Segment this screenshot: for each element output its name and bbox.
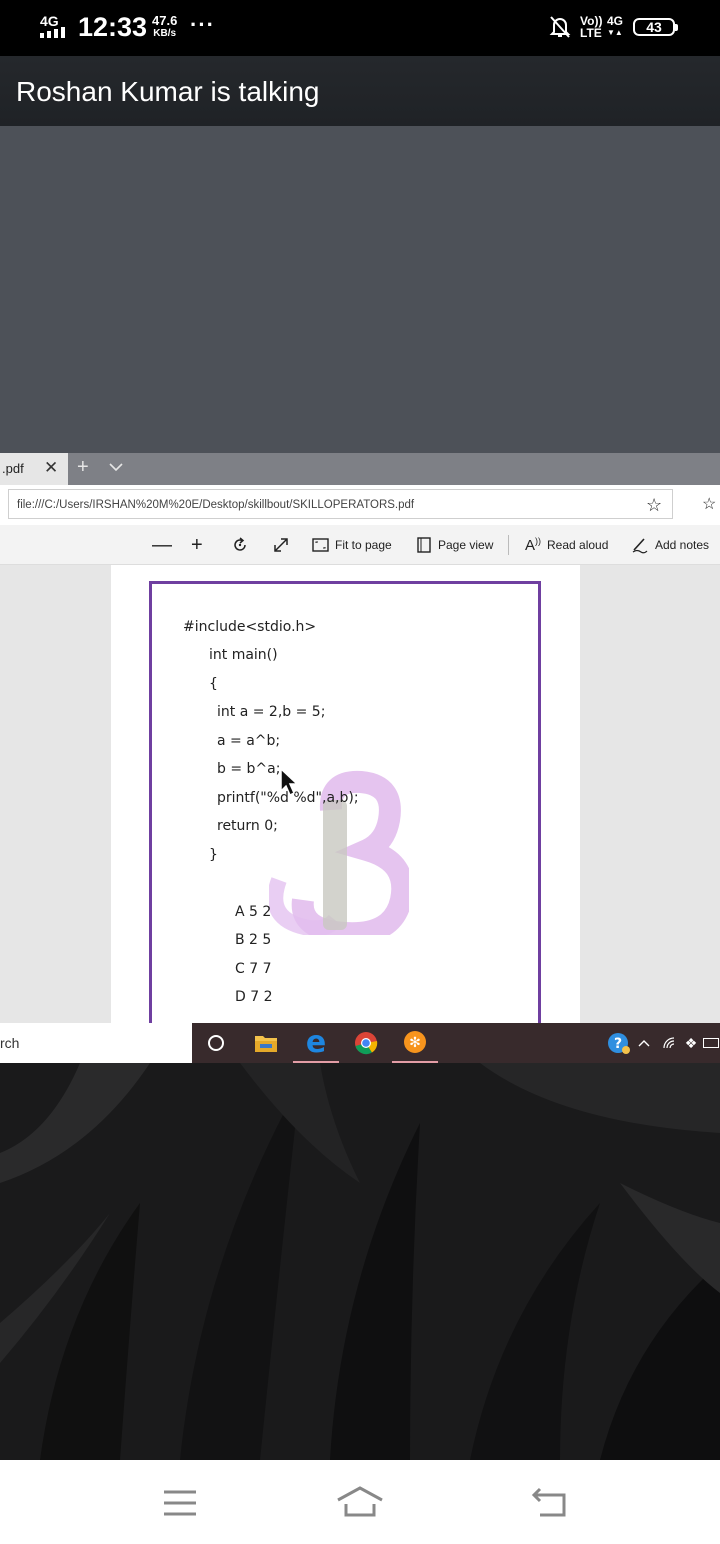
battery-level: 43 xyxy=(646,19,662,35)
read-aloud-icon: A)) xyxy=(525,536,542,554)
svg-text:?: ? xyxy=(614,1036,622,1052)
read-aloud-label: Read aloud xyxy=(547,538,609,552)
taskbar-search-box[interactable]: rch xyxy=(0,1023,192,1063)
clock: 12:33 xyxy=(78,12,148,42)
full-screen-icon[interactable] xyxy=(272,525,290,565)
dropbox-icon[interactable]: ❖ xyxy=(681,1023,701,1063)
notifications-muted-icon xyxy=(549,16,571,38)
toolbar-divider xyxy=(508,535,509,555)
speed-unit: KB/s xyxy=(153,28,177,39)
home-icon[interactable] xyxy=(336,1484,384,1518)
wifi-icon[interactable] xyxy=(657,1023,683,1063)
secondary-network-type: 4G xyxy=(607,14,624,28)
code-line: return 0; xyxy=(217,818,278,834)
network-speed: 47.6 KB/s xyxy=(152,14,177,40)
shared-screen-background xyxy=(0,126,720,453)
data-arrows-icon: ▼▲ xyxy=(607,28,623,37)
secondary-network: 4G ▼▲ xyxy=(607,15,623,39)
add-notes-button[interactable]: Add notes xyxy=(631,525,709,565)
page-view-button[interactable]: Page view xyxy=(416,525,493,565)
browser-tab-bar: .pdf ✕ + xyxy=(0,453,720,485)
file-explorer-icon[interactable] xyxy=(243,1023,289,1063)
code-line: int a = 2,b = 5; xyxy=(217,704,326,720)
status-bar: 4G 12:33 47.6 KB/s ··· Vo)) LTE 4G ▼▲ 43 xyxy=(0,0,720,56)
menu-icon[interactable] xyxy=(162,1488,198,1518)
answer-option: C 7 7 xyxy=(235,961,272,977)
address-row: file:///C:/Users/IRSHAN%20M%20E/Desktop/… xyxy=(0,485,720,525)
tab-title: .pdf xyxy=(2,461,24,476)
answer-option: D 7 2 xyxy=(235,989,273,1005)
new-tab-icon[interactable]: + xyxy=(77,456,89,479)
back-icon[interactable] xyxy=(530,1486,568,1518)
pdf-toolbar: — + Fit to page Page view A)) Read aloud… xyxy=(0,525,720,565)
cortana-icon[interactable] xyxy=(193,1023,239,1063)
add-notes-label: Add notes xyxy=(655,538,710,552)
show-hidden-icons-chevron[interactable] xyxy=(630,1023,658,1063)
battery-tray-icon[interactable] xyxy=(702,1023,720,1063)
answer-option: A 5 2 xyxy=(235,904,272,920)
code-line: int main() xyxy=(209,647,278,663)
zoom-out-icon[interactable]: — xyxy=(152,525,172,565)
fit-to-page-button[interactable]: Fit to page xyxy=(312,525,392,565)
zoom-in-icon[interactable]: + xyxy=(191,525,203,565)
speed-value: 47.6 xyxy=(152,13,178,28)
read-aloud-button[interactable]: A)) Read aloud xyxy=(525,525,608,565)
rotate-icon[interactable] xyxy=(231,525,249,565)
tab-list-chevron-icon[interactable] xyxy=(108,459,124,475)
code-line: b = b^a; xyxy=(217,761,281,777)
fit-to-page-icon xyxy=(312,538,329,552)
mouse-pointer-icon xyxy=(280,767,299,797)
url-text: file:///C:/Users/IRSHAN%20M%20E/Desktop/… xyxy=(17,499,415,511)
page-view-label: Page view xyxy=(438,538,494,552)
leaf-pattern-icon xyxy=(0,1063,720,1460)
chrome-icon[interactable] xyxy=(343,1023,389,1063)
search-placeholder: rch xyxy=(0,1035,20,1051)
pdf-page: #include<stdio.h> int main() { int a = 2… xyxy=(111,565,580,1023)
pen-icon xyxy=(632,538,648,554)
code-line: a = a^b; xyxy=(217,733,281,749)
edge-browser-icon[interactable]: e xyxy=(293,1023,339,1063)
pdf-viewer[interactable]: #include<stdio.h> int main() { int a = 2… xyxy=(0,565,720,1023)
more-notifications-icon: ··· xyxy=(190,12,215,37)
windows-taskbar: rch e ✻ ? ❖ xyxy=(0,1023,720,1063)
app-icon[interactable]: ✻ xyxy=(392,1023,438,1063)
wallpaper xyxy=(0,1063,720,1460)
fit-to-page-label: Fit to page xyxy=(335,538,392,552)
svg-text:✻: ✻ xyxy=(409,1035,421,1051)
address-bar[interactable]: file:///C:/Users/IRSHAN%20M%20E/Desktop/… xyxy=(8,489,673,519)
browser-tab[interactable]: .pdf ✕ xyxy=(0,453,68,485)
call-title: Roshan Kumar is talking xyxy=(16,76,320,107)
favorites-list-icon[interactable]: ☆ xyxy=(702,494,716,514)
lte-label: LTE xyxy=(580,26,602,40)
code-line: #include<stdio.h> xyxy=(183,619,317,635)
android-nav-bar xyxy=(0,1460,720,1544)
code-line: } xyxy=(209,847,218,863)
volte-indicator: Vo)) LTE xyxy=(580,15,602,39)
code-line: { xyxy=(209,676,218,692)
page-view-icon xyxy=(417,537,431,553)
close-tab-icon[interactable]: ✕ xyxy=(44,458,58,478)
answer-option: B 2 5 xyxy=(235,932,272,948)
favorite-star-icon[interactable]: ☆ xyxy=(646,495,662,516)
battery-icon: 43 xyxy=(633,18,678,36)
signal-strength-icon xyxy=(40,27,65,38)
